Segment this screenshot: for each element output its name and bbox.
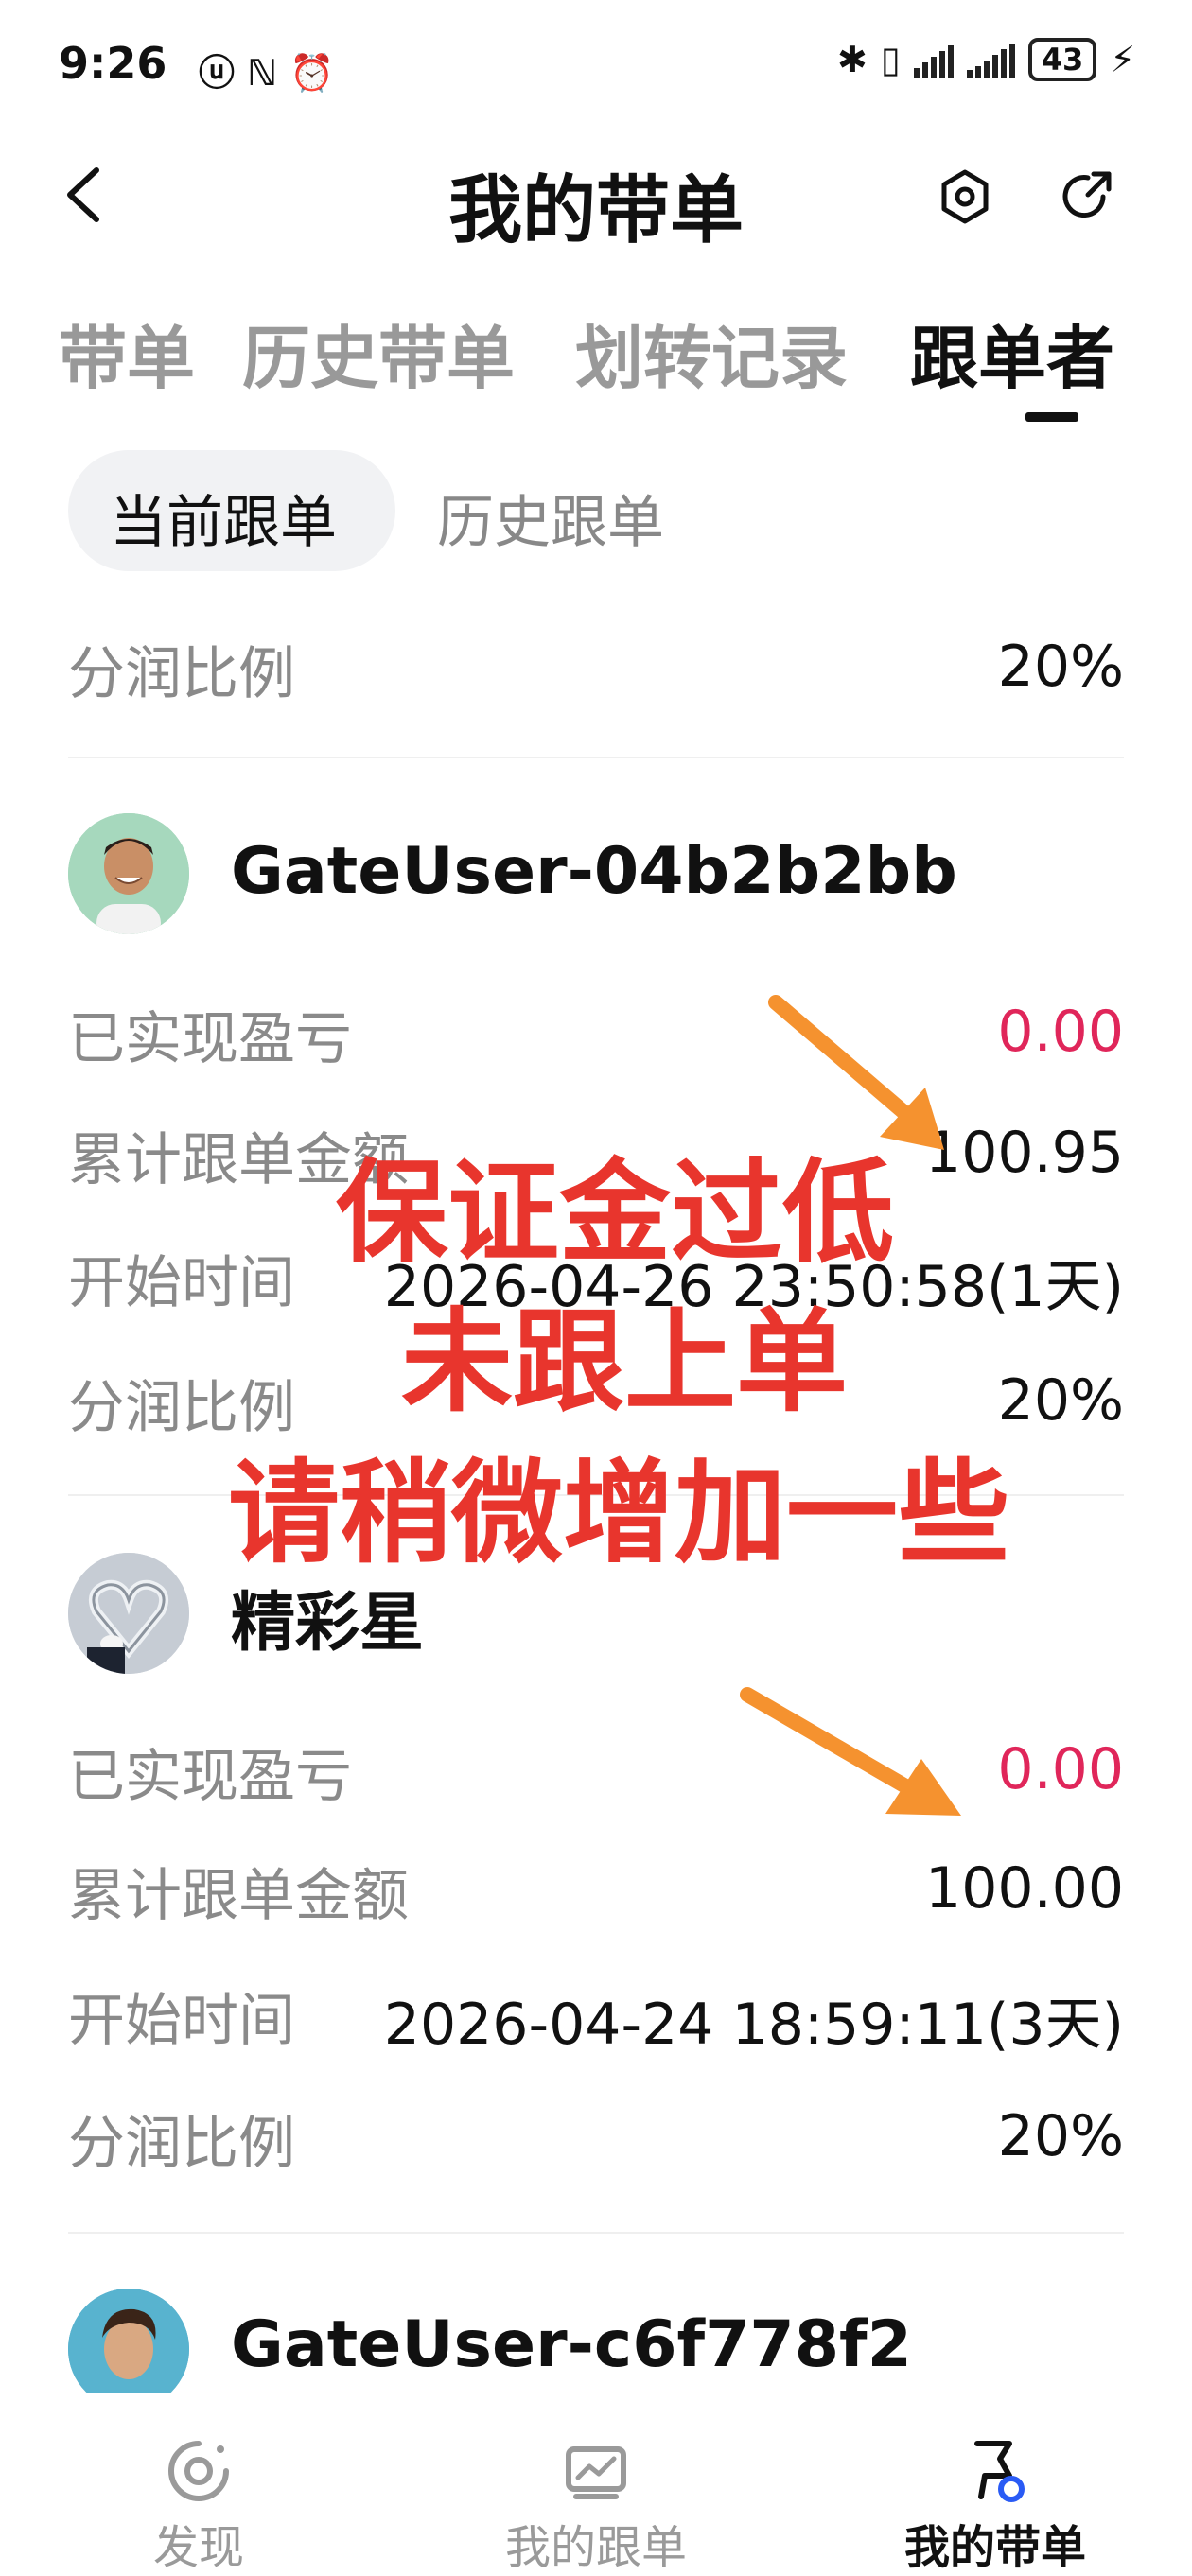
follower-name[interactable]: GateUser-c6f778f2 [231,2307,912,2382]
vibrate-icon: ▯ [880,39,901,80]
tab-history-lead[interactable]: 历史带单 [242,303,515,402]
divider [68,757,1124,758]
divider [68,2232,1124,2234]
battery-icon: 43 [1027,38,1097,81]
flag-badge-icon [974,2441,1025,2502]
signal-icon-1 [913,42,954,78]
total-amount-label: 累计跟单金额 [68,1863,409,1929]
profit-share-value: 20% [997,634,1124,700]
avatar [68,813,189,934]
realized-pnl-value: 0.00 [997,1736,1124,1802]
subtab-current[interactable]: 当前跟单 [110,477,337,559]
charging-icon: ⚡ [1110,39,1135,80]
tab-followers[interactable]: 跟单者 [910,303,1114,402]
chart-icon [566,2446,626,2499]
share-icon[interactable] [1058,168,1116,227]
status-time: 9:26 [59,38,167,89]
start-time-value: 2026-04-24 18:59:11(3天) [383,1992,1124,2058]
annotation-arrow [740,1687,961,1816]
status-right-icons: ✱ ▯ 43 ⚡ [837,38,1135,81]
nav-discover[interactable]: 发现 [57,2438,341,2576]
avatar [68,2289,189,2410]
follower-name[interactable]: GateUser-04b2b2bb [231,834,957,909]
settings-icon[interactable] [937,168,993,225]
total-amount-value: 100.00 [925,1855,1124,1922]
status-left-icons: ⓤ ℕ ⏰ [199,52,335,94]
nav-label: 发现 [152,2521,244,2574]
overlay-text-line3: 请稍微增加一些 [227,1448,1009,1578]
discover-icon [168,2441,229,2501]
nav-my-follow[interactable]: 我的跟单 [454,2438,738,2576]
signal-icon-2 [966,42,1015,78]
start-time-label: 开始时间 [68,1988,295,2054]
active-tab-indicator [1025,412,1078,422]
profit-share-label: 分润比例 [68,641,295,707]
realized-pnl-label: 已实现盈亏 [68,1006,352,1072]
nav-label: 我的跟单 [504,2521,687,2574]
nav-label: 我的带单 [903,2521,1086,2574]
tab-lead-orders[interactable]: 带单 [59,303,195,402]
overlay-text-line1: 保证金过低 [335,1147,894,1278]
bluetooth-icon: ✱ [837,39,868,80]
page-title: 我的带单 [447,168,744,253]
overlay-text-line2: 未跟上单 [400,1297,848,1427]
profit-share-label: 分润比例 [68,2111,295,2177]
realized-pnl-value: 0.00 [997,999,1124,1065]
nav-my-lead[interactable]: 我的带单 [853,2438,1137,2576]
subtab-history[interactable]: 历史跟单 [437,477,664,559]
profit-share-value: 20% [997,2103,1124,2169]
tab-transfer-records[interactable]: 划转记录 [575,303,848,402]
realized-pnl-label: 已实现盈亏 [68,1744,352,1810]
